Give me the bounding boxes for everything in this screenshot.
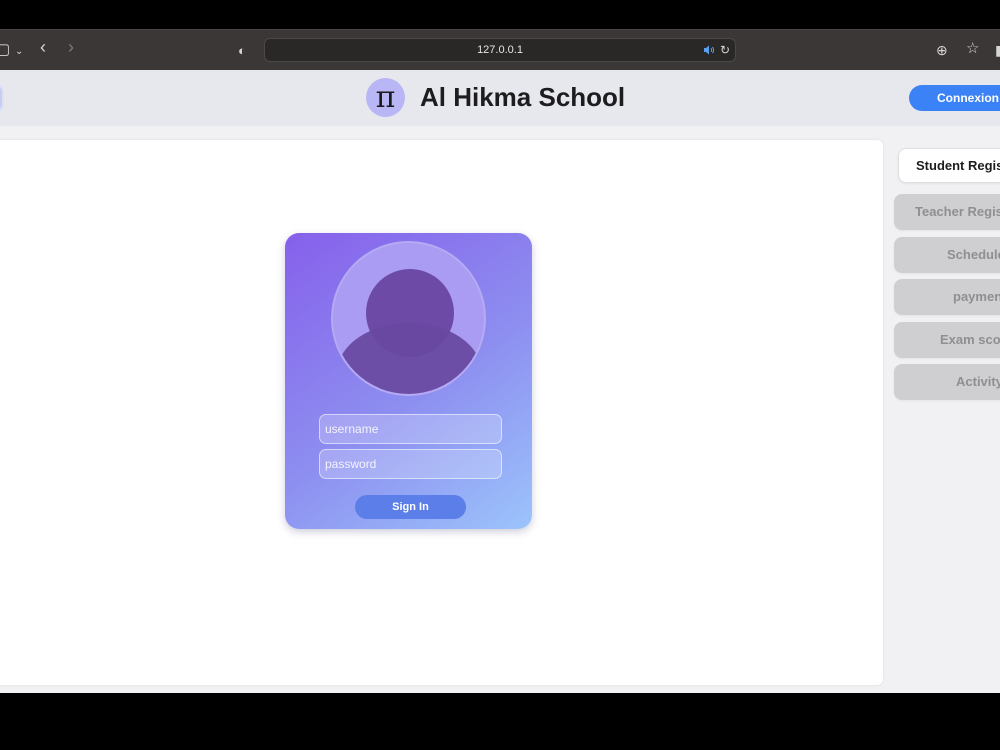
school-logo: π bbox=[366, 78, 405, 117]
forward-icon[interactable]: › bbox=[68, 38, 74, 56]
menu-avatar-icon[interactable] bbox=[0, 83, 4, 113]
sidebar-item-teacher-registration[interactable]: Teacher Regis bbox=[894, 194, 1000, 230]
sidebar-item-exam-scores[interactable]: Exam sco bbox=[894, 322, 1000, 358]
user-avatar-icon bbox=[331, 241, 486, 396]
extensions-icon[interactable]: ▮ bbox=[995, 41, 1000, 59]
pi-icon: π bbox=[375, 79, 396, 115]
avatar-body bbox=[337, 323, 482, 394]
password-field[interactable] bbox=[319, 449, 502, 479]
back-icon[interactable]: ‹ bbox=[40, 38, 46, 56]
reload-icon[interactable]: ↻ bbox=[720, 43, 730, 57]
browser-toolbar: ▢ ⌄ ‹ › ◐ 127.0.0.1 ↻ ⊕ ☆ ▮ bbox=[0, 29, 1000, 70]
sidebar-item-schedule[interactable]: Schedule bbox=[894, 237, 1000, 273]
sidebar-toggle-icon[interactable]: ▢ bbox=[0, 41, 10, 59]
login-card: Sign In bbox=[285, 233, 532, 529]
chevron-down-icon[interactable]: ⌄ bbox=[15, 43, 23, 61]
screen-bottom-bar bbox=[0, 693, 1000, 750]
connexion-button[interactable]: Connexion bbox=[909, 85, 1000, 111]
app-header: π Al Hikma School Connexion bbox=[0, 70, 1000, 126]
page-title: Al Hikma School bbox=[420, 82, 626, 112]
sidebar-item-activity[interactable]: Activity bbox=[894, 364, 1000, 400]
download-icon[interactable]: ⊕ bbox=[936, 41, 948, 59]
username-field[interactable] bbox=[319, 414, 502, 444]
url-text: 127.0.0.1 bbox=[477, 44, 523, 56]
star-icon[interactable]: ☆ bbox=[966, 40, 979, 58]
sign-in-button[interactable]: Sign In bbox=[355, 495, 466, 519]
shield-icon[interactable]: ◐ bbox=[238, 42, 246, 60]
audio-icon[interactable] bbox=[703, 44, 715, 56]
address-bar[interactable]: 127.0.0.1 ↻ bbox=[264, 38, 736, 62]
sidebar-item-student-registration[interactable]: Student Regis bbox=[898, 148, 1000, 183]
sidebar-item-payment[interactable]: paymen bbox=[894, 279, 1000, 315]
